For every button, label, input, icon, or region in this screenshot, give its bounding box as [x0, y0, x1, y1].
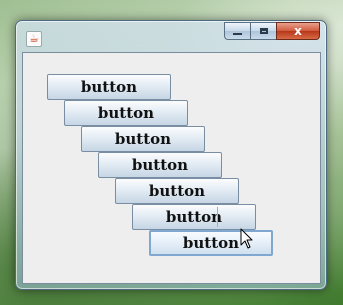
- button-4[interactable]: button: [98, 152, 222, 178]
- button-label: button: [131, 156, 189, 174]
- close-icon: x: [294, 24, 302, 38]
- minimize-button[interactable]: [224, 22, 250, 40]
- content-panel: button button button button button butto…: [22, 52, 321, 284]
- maximize-icon: [259, 28, 268, 34]
- app-window: ☕ x button button button button button b…: [15, 20, 327, 290]
- button-divider: [217, 207, 218, 227]
- button-label: button: [97, 104, 155, 122]
- button-label: button: [114, 130, 172, 148]
- minimize-icon: [233, 33, 242, 35]
- title-bar[interactable]: ☕ x: [16, 21, 326, 51]
- button-1[interactable]: button: [47, 74, 171, 100]
- button-label: button: [182, 234, 240, 252]
- caption-buttons: x: [224, 22, 320, 40]
- arrow-cursor-icon: [240, 228, 253, 249]
- button-label: button: [165, 208, 223, 226]
- button-5[interactable]: button: [115, 178, 239, 204]
- button-6[interactable]: button: [132, 204, 256, 230]
- button-2[interactable]: button: [64, 100, 188, 126]
- close-button[interactable]: x: [276, 22, 320, 40]
- button-label: button: [80, 78, 138, 96]
- button-3[interactable]: button: [81, 126, 205, 152]
- maximize-button[interactable]: [250, 22, 276, 40]
- java-icon[interactable]: ☕: [26, 31, 42, 47]
- button-label: button: [148, 182, 206, 200]
